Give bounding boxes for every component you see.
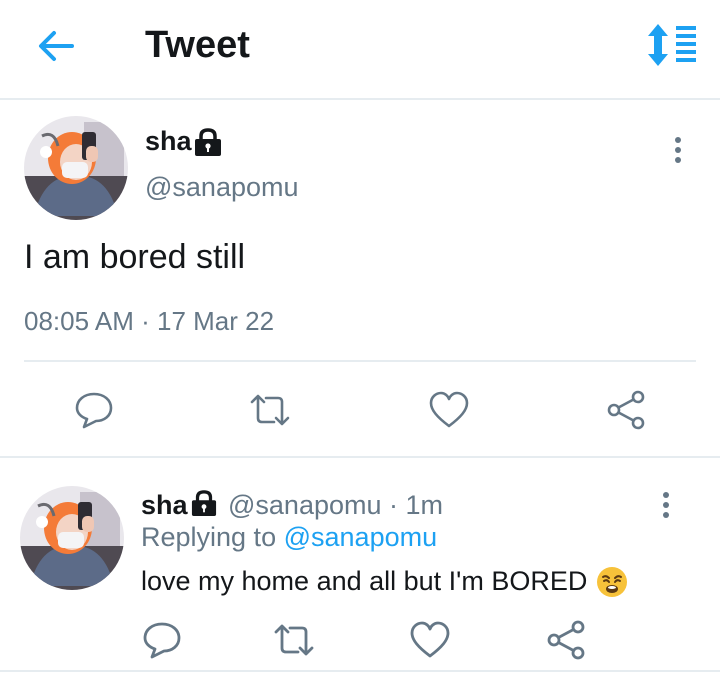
- share-icon[interactable]: [544, 618, 588, 662]
- tweet-timestamp: 08:05 AM · 17 Mar 22: [24, 306, 274, 337]
- author-handle[interactable]: @sanapomu: [145, 172, 299, 203]
- reply-avatar[interactable]: [20, 486, 124, 590]
- replying-to: Replying to @sanapomu: [141, 522, 437, 553]
- reply-icon[interactable]: [140, 618, 184, 662]
- tweet-time: 08:05 AM: [24, 306, 134, 336]
- page-title: Tweet: [145, 24, 250, 66]
- avatar[interactable]: [24, 116, 128, 220]
- section-divider: [0, 456, 720, 458]
- like-icon[interactable]: [427, 388, 471, 432]
- share-icon[interactable]: [604, 388, 648, 432]
- meta-separator: ·: [389, 490, 399, 520]
- reply-age: 1m: [405, 490, 444, 520]
- like-icon[interactable]: [408, 618, 452, 662]
- weary-face-emoji: [597, 567, 627, 597]
- arrow-left-icon[interactable]: [36, 26, 76, 66]
- top-bar: Tweet: [0, 0, 720, 100]
- author-name[interactable]: sha: [145, 126, 192, 157]
- meta-separator: ·: [141, 306, 150, 336]
- replying-to-label: Replying to: [141, 522, 277, 552]
- retweet-icon[interactable]: [248, 388, 292, 432]
- sort-icon[interactable]: [646, 24, 698, 66]
- divider: [24, 360, 696, 362]
- more-options-icon[interactable]: [668, 135, 688, 165]
- tweet-text: I am bored still: [24, 238, 246, 276]
- reply-handle-line: @sanapomu · 1m: [228, 490, 443, 521]
- tweet-date: 17 Mar 22: [157, 306, 275, 336]
- lock-icon: [191, 490, 217, 516]
- reply-icon[interactable]: [72, 388, 116, 432]
- reply-text: love my home and all but I'm BORED: [141, 566, 588, 596]
- lock-icon: [195, 128, 221, 156]
- reply-author-name[interactable]: sha: [141, 490, 188, 521]
- retweet-icon[interactable]: [272, 618, 316, 662]
- more-options-icon[interactable]: [656, 490, 676, 520]
- section-divider: [0, 670, 720, 672]
- reply-author-handle[interactable]: @sanapomu: [228, 490, 382, 520]
- replying-to-mention[interactable]: @sanapomu: [284, 522, 438, 552]
